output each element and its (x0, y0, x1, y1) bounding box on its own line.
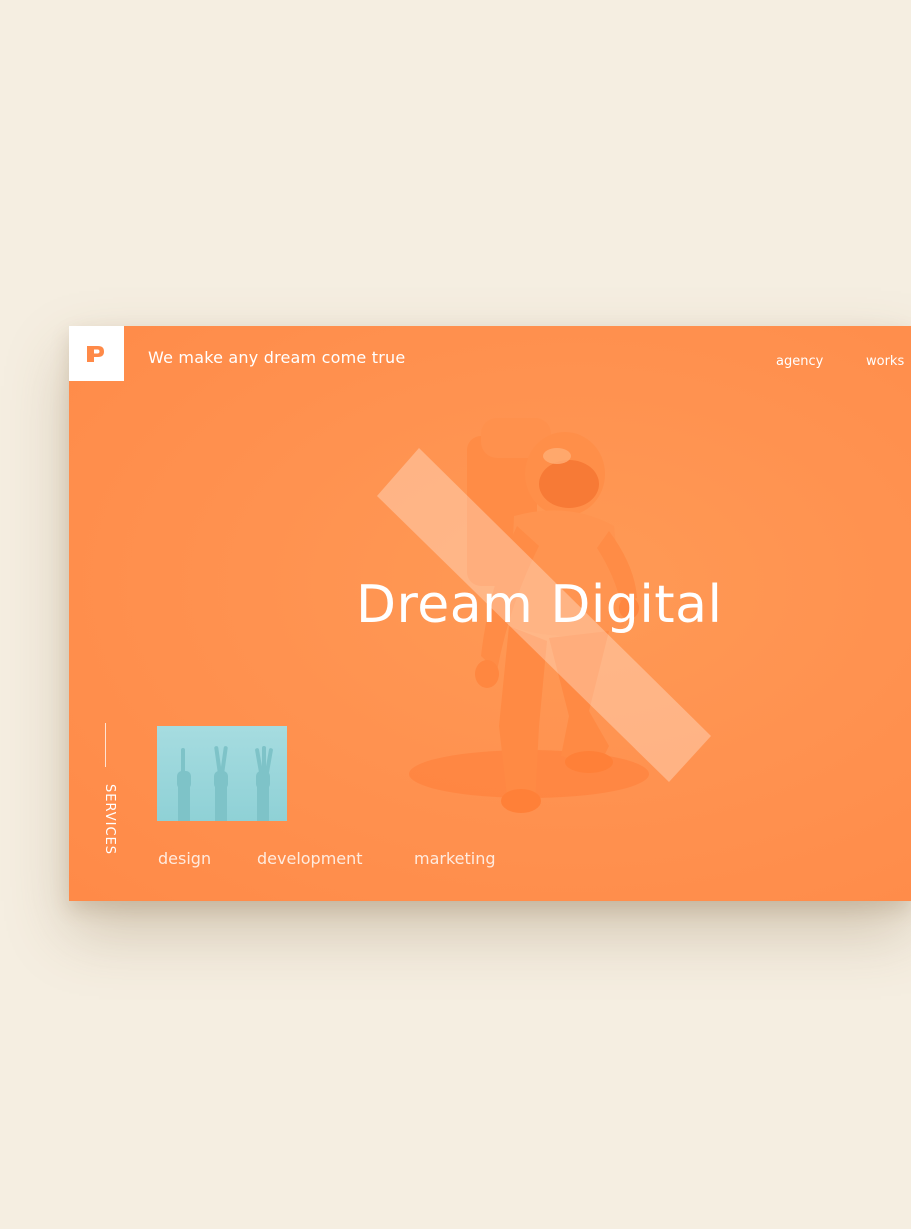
logo-mark-icon (86, 345, 104, 362)
peace-sign-hands-icon (177, 746, 273, 821)
services-thumbnail-image[interactable] (157, 726, 287, 821)
service-link-development[interactable]: development (257, 849, 363, 868)
service-link-marketing[interactable]: marketing (414, 849, 496, 868)
brand-logo[interactable] (69, 326, 124, 381)
website-hero-frame: We make any dream come true agency works… (69, 326, 911, 901)
tagline: We make any dream come true (148, 348, 406, 367)
hero-headline: Dream Digital (356, 575, 723, 635)
services-divider (105, 723, 106, 767)
service-link-design[interactable]: design (158, 849, 211, 868)
nav-link-agency[interactable]: agency (776, 354, 823, 369)
services-vertical-label: SERVICES (102, 784, 117, 856)
nav-link-works[interactable]: works (866, 354, 904, 369)
